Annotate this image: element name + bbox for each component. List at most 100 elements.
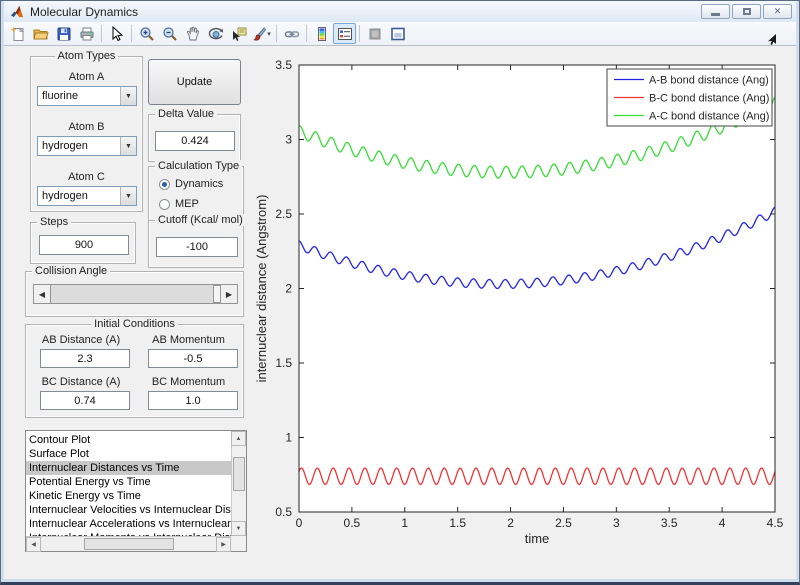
svg-text:3.5: 3.5 xyxy=(275,58,292,72)
app-window: Molecular Dynamics ✕ ▾ Atom Types Atom A… xyxy=(0,0,800,585)
scroll-right-icon[interactable]: ▶ xyxy=(216,537,231,552)
delta-value-title: Delta Value xyxy=(155,108,218,120)
atom-c-value: hydrogen xyxy=(42,190,88,202)
atom-b-value: hydrogen xyxy=(42,140,88,152)
restore-icon xyxy=(742,8,751,15)
insert-legend-button[interactable] xyxy=(333,23,356,44)
plot-axes[interactable]: 0 0.5 1 1.5 2 2.5 3 3.5 4 4.5 0.5 1 1.5 2 2.5 3 3.5 time i… xyxy=(255,46,796,579)
bc-momentum-label: BC Momentum xyxy=(151,376,226,388)
brush-button[interactable]: ▾ xyxy=(250,23,273,44)
initial-conditions-panel: Initial Conditions AB Distance (A) AB Mo… xyxy=(25,318,244,418)
dock-figure-button[interactable] xyxy=(386,23,409,44)
legend-icon xyxy=(337,27,352,40)
list-item[interactable]: Internuclear Accelerations vs Internucle… xyxy=(26,517,231,531)
svg-text:A-C bond distance (Ang): A-C bond distance (Ang) xyxy=(649,111,769,123)
plot-type-listbox[interactable]: Contour Plot Surface Plot Internuclear D… xyxy=(25,430,247,552)
scroll-left-icon[interactable]: ◀ xyxy=(26,537,41,552)
title-bar[interactable]: Molecular Dynamics ✕ xyxy=(4,1,796,22)
cutoff-panel: Cutoff (Kcal/ mol) -100 xyxy=(148,214,246,268)
ab-momentum-field[interactable]: -0.5 xyxy=(148,349,238,368)
save-button[interactable] xyxy=(52,23,75,44)
dynamics-radio[interactable]: Dynamics xyxy=(159,178,223,190)
zoom-in-button[interactable] xyxy=(135,23,158,44)
new-file-button[interactable] xyxy=(6,23,29,44)
scroll-down-icon[interactable]: ▼ xyxy=(231,521,246,536)
list-item[interactable]: Surface Plot xyxy=(26,447,231,461)
matlab-icon xyxy=(10,5,24,17)
brush-dropdown-caret[interactable]: ▾ xyxy=(267,30,271,38)
svg-text:3: 3 xyxy=(613,516,620,530)
svg-text:2.5: 2.5 xyxy=(275,207,292,221)
new-file-icon xyxy=(10,26,24,41)
figure-canvas: Atom Types Atom A fluorine ▼ Atom B hydr… xyxy=(4,46,796,579)
svg-text:2: 2 xyxy=(507,516,514,530)
toolbar-separator xyxy=(101,25,102,42)
chevron-down-icon[interactable]: ▼ xyxy=(120,137,136,155)
vertical-scrollbar[interactable]: ▲ ▼ xyxy=(231,431,246,536)
atom-b-dropdown[interactable]: hydrogen ▼ xyxy=(37,136,137,156)
steps-panel: Steps 900 xyxy=(30,216,136,264)
svg-text:3: 3 xyxy=(285,133,292,147)
delta-value-field[interactable]: 0.424 xyxy=(155,131,235,151)
svg-text:1: 1 xyxy=(401,516,408,530)
minimize-icon xyxy=(711,12,720,16)
close-button[interactable]: ✕ xyxy=(763,4,792,19)
figure-toolbar: ▾ xyxy=(4,22,796,46)
atom-a-label: Atom A xyxy=(68,71,105,83)
atom-types-title: Atom Types xyxy=(54,50,119,62)
svg-text:0.5: 0.5 xyxy=(344,516,361,530)
toolbar-separator xyxy=(306,25,307,42)
svg-text:1.5: 1.5 xyxy=(275,356,292,370)
list-item[interactable]: Potential Energy vs Time xyxy=(26,475,231,489)
data-cursor-button[interactable] xyxy=(227,23,250,44)
pointer-icon xyxy=(112,25,123,41)
bc-momentum-field[interactable]: 1.0 xyxy=(148,391,238,410)
dynamics-radio-label: Dynamics xyxy=(175,178,224,190)
restore-button[interactable] xyxy=(732,4,761,19)
rotate-3d-button[interactable] xyxy=(204,23,227,44)
chevron-down-icon[interactable]: ▼ xyxy=(120,187,136,205)
pan-button[interactable] xyxy=(181,23,204,44)
horizontal-scroll-thumb[interactable] xyxy=(84,538,174,550)
atom-b-label: Atom B xyxy=(68,121,105,133)
chevron-down-icon[interactable]: ▼ xyxy=(120,87,136,105)
bc-distance-field[interactable]: 0.74 xyxy=(40,391,130,410)
list-item[interactable]: Kinetic Energy vs Time xyxy=(26,489,231,503)
colorbar-icon xyxy=(317,26,326,41)
link-plot-button[interactable] xyxy=(280,23,303,44)
open-file-button[interactable] xyxy=(29,23,52,44)
list-item[interactable]: Internuclear Velocities vs Internuclear … xyxy=(26,503,231,517)
slider-left-arrow-icon[interactable]: ◀ xyxy=(34,285,51,303)
data-cursor-icon xyxy=(232,27,246,41)
list-item-selected[interactable]: Internuclear Distances vs Time xyxy=(26,461,231,475)
horizontal-scrollbar[interactable]: ◀ ▶ xyxy=(26,536,231,552)
radio-unselected-icon[interactable] xyxy=(159,198,170,210)
minimize-button[interactable] xyxy=(701,4,730,19)
atom-types-panel: Atom Types Atom A fluorine ▼ Atom B hydr… xyxy=(30,50,143,212)
initial-conditions-title: Initial Conditions xyxy=(91,318,178,330)
atom-c-dropdown[interactable]: hydrogen ▼ xyxy=(37,186,137,206)
zoom-out-button[interactable] xyxy=(158,23,181,44)
print-icon xyxy=(80,27,93,40)
hide-plot-tools-button[interactable] xyxy=(363,23,386,44)
window-title: Molecular Dynamics xyxy=(30,4,139,19)
cutoff-field[interactable]: -100 xyxy=(156,237,238,257)
svg-text:internuclear distance (Angstro: internuclear distance (Angstrom) xyxy=(255,195,269,383)
list-item[interactable]: Contour Plot xyxy=(26,433,231,447)
mep-radio[interactable]: MEP xyxy=(159,198,199,210)
steps-field[interactable]: 900 xyxy=(39,235,129,255)
svg-text:4.5: 4.5 xyxy=(767,516,784,530)
scroll-up-icon[interactable]: ▲ xyxy=(231,431,246,446)
atom-a-dropdown[interactable]: fluorine ▼ xyxy=(37,86,137,106)
collision-angle-slider[interactable]: ◀ ▶ xyxy=(33,284,238,304)
ab-distance-field[interactable]: 2.3 xyxy=(40,349,130,368)
slider-right-arrow-icon[interactable]: ▶ xyxy=(220,285,237,303)
pointer-button[interactable] xyxy=(105,23,128,44)
mep-radio-label: MEP xyxy=(175,198,199,210)
update-button[interactable]: Update xyxy=(148,59,241,105)
insert-colorbar-button[interactable] xyxy=(310,23,333,44)
print-button[interactable] xyxy=(75,23,98,44)
vertical-scroll-thumb[interactable] xyxy=(233,457,245,491)
radio-selected-icon[interactable] xyxy=(159,178,170,190)
toolbar-separator xyxy=(131,25,132,42)
